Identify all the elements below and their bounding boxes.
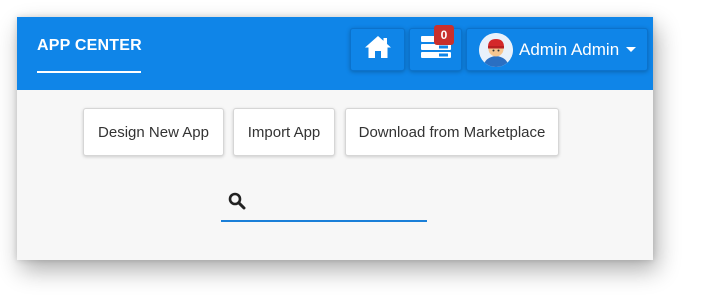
home-icon [364,35,392,64]
active-tab-underline [37,71,141,73]
top-navbar: APP CENTER 0 Admin Admin [17,17,653,90]
app-center-window: APP CENTER 0 Admin Admin Design New App … [17,17,653,260]
import-app-button[interactable]: Import App [233,108,335,156]
download-marketplace-button[interactable]: Download from Marketplace [345,108,559,156]
search-input[interactable] [255,189,423,217]
search-box [221,187,427,222]
app-title[interactable]: APP CENTER [37,37,142,55]
chevron-down-icon [626,47,637,52]
design-new-app-button[interactable]: Design New App [83,108,224,156]
home-button[interactable] [350,28,405,71]
tasks-button[interactable]: 0 [409,25,462,71]
search-icon [228,192,246,215]
user-menu-button[interactable]: Admin Admin [466,28,648,71]
user-avatar [479,32,513,67]
user-name: Admin Admin [519,39,620,59]
tasks-count-badge: 0 [434,25,454,45]
